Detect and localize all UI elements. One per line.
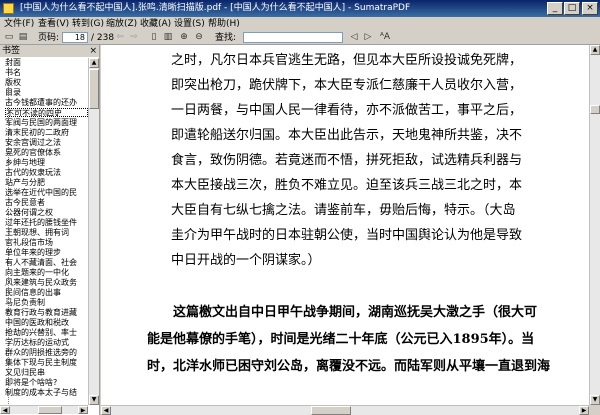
menu-goto[interactable]: 转到(G) xyxy=(72,17,104,31)
bookmark-item[interactable]: 目录 xyxy=(5,88,88,97)
bookmark-item[interactable]: 集体下现与民主制度 xyxy=(5,358,88,367)
close-sidebar-icon[interactable]: × xyxy=(89,45,97,57)
bookmark-item[interactable]: 封面 xyxy=(5,58,88,67)
bookmark-item[interactable]: 群众的阴损推选旁的 xyxy=(5,348,88,357)
find-label: 查找: xyxy=(215,33,237,43)
bookmark-item[interactable]: 版权 xyxy=(5,78,88,87)
bookmark-item[interactable]: 向主题来的一中化 xyxy=(5,268,88,277)
menu-favorites[interactable]: 收藏(A) xyxy=(140,17,171,31)
menu-settings[interactable]: 设置(S) xyxy=(174,17,205,31)
bookmark-item[interactable]: 风来建筑与民众政务 xyxy=(5,278,88,287)
bookmark-item[interactable]: 晃死的官僚体系 xyxy=(5,148,88,157)
find-input[interactable] xyxy=(243,32,343,43)
bookmark-item[interactable]: 古代的奴隶玩法 xyxy=(5,168,88,177)
fit-page-icon[interactable]: ▯ xyxy=(148,32,160,43)
bookmark-item[interactable]: 官礼段信市场 xyxy=(5,238,88,247)
print-icon[interactable]: ▤ xyxy=(17,32,29,43)
find-prev-icon[interactable]: ◁ xyxy=(348,32,360,43)
doc-scroll-thumb[interactable] xyxy=(590,105,600,114)
sidebar-horizontal-scrollbar[interactable]: ◀ ▶ xyxy=(0,405,88,414)
scroll-down-button[interactable]: ▼ xyxy=(89,395,99,405)
scroll-thumb[interactable] xyxy=(89,69,99,109)
sidebar-vertical-scrollbar[interactable]: ▲ ▼ xyxy=(88,58,99,405)
scroll-left-button[interactable]: ◀ xyxy=(0,406,10,414)
bookmark-item[interactable]: 学历达标的运动式 xyxy=(5,338,88,347)
bookmark-item[interactable]: 站产与分肥 xyxy=(5,178,88,187)
doc-scroll-left-button[interactable]: ◀ xyxy=(101,406,111,415)
bookmark-tree: 封面 书名 版权 目录 古今钱都遭事的还办 不可不读的四史 军阀与民国的两面理 清末民初的二政… xyxy=(0,58,88,405)
bookmark-item[interactable]: 过年还托的腰钱坐件 xyxy=(5,218,88,227)
open-icon[interactable]: ▭ xyxy=(3,32,15,43)
document-viewer[interactable]: 之时，凡尔日本兵官逃生无路，但见本大臣所设投诚免死牌， 即突出枪刀，跪伏牌下，本大… xyxy=(101,45,589,405)
page-input[interactable]: 18 xyxy=(62,32,88,43)
document-text-line: 即突出枪刀，跪伏牌下，本大臣专派仁慈廉干人员收尔入营， xyxy=(171,78,523,93)
document-text-line: 大臣自有七纵七擒之法。请鉴前车，毋贻后悔，特示。（大岛 xyxy=(171,203,516,218)
menu-zoom[interactable]: 缩放(Z) xyxy=(106,17,137,31)
document-text-line: 之时，凡尔日本兵官逃生无路，但见本大臣所设投诚免死牌， xyxy=(171,53,523,68)
bookmark-item[interactable]: 即将是个啥啥? xyxy=(5,378,88,387)
scroll-right-button[interactable]: ▶ xyxy=(78,406,88,414)
document-text-line: 即遣轮船送尔归国。本大臣出此告示，天地鬼神所共鉴，决不 xyxy=(171,128,523,143)
bookmark-item[interactable]: 军阀与民国的两面理 xyxy=(5,118,88,127)
document-horizontal-scrollbar[interactable]: ◀ ▶ xyxy=(101,405,589,415)
zoom-in-icon[interactable]: ⊕ xyxy=(178,32,190,43)
doc-scroll-down-button[interactable]: ▼ xyxy=(590,395,600,405)
find-next-icon[interactable]: ▷ xyxy=(362,32,374,43)
bookmark-item[interactable]: 又见归民串 xyxy=(5,368,88,377)
document-text-line: 这篇檄文出自中日甲午战争期间，湖南巡抚吴大澂之手（很大可 xyxy=(147,305,538,320)
bookmark-item[interactable]: 王朝现想、拥有词 xyxy=(5,228,88,237)
close-button[interactable]: × xyxy=(582,2,598,15)
bookmark-item[interactable]: 安余宫调过之法 xyxy=(5,138,88,147)
bookmark-item[interactable]: 乡绅与地理 xyxy=(5,158,88,167)
bookmark-item[interactable]: 不可不读的四史 xyxy=(5,108,88,117)
h-scroll-thumb[interactable] xyxy=(38,406,62,414)
page-total: / 238 xyxy=(91,33,115,43)
bookmarks-panel: 书签 × 封面 书名 版权 目录 古今钱都遭事的还办 不可不读的四史 军阀与民国的两面理 清末… xyxy=(0,45,100,415)
doc-scroll-up-button[interactable]: ▲ xyxy=(590,45,600,55)
bookmark-item[interactable]: 清末民初的二政府 xyxy=(5,128,88,137)
page-label: 页码: xyxy=(38,33,60,43)
next-page-icon[interactable]: ⇨ xyxy=(128,32,140,43)
document-text-line: 能是他幕僚的手笔），时间是光绪二十年底（公元已入1895年）。当 xyxy=(147,332,535,347)
document-text-line: 时，北洋水师已困守刘公岛，离覆没不远。而陆军则从平壤一直退到海 xyxy=(147,359,551,374)
bookmark-item[interactable]: 单位年来的理步 xyxy=(5,248,88,257)
minimize-button[interactable]: _ xyxy=(547,2,563,15)
bookmark-item[interactable]: 选举在近代中国的民 xyxy=(5,188,88,197)
title-bar: [中国人为什么看不起中国人].张鸣.清晰扫描版.pdf - [中国人为什么看不起… xyxy=(0,0,600,17)
bookmark-item[interactable]: 书名 xyxy=(5,68,88,77)
bookmark-item[interactable]: 有人不藏清面、社会 xyxy=(5,258,88,267)
maximize-button[interactable]: □ xyxy=(564,2,580,15)
prev-page-icon[interactable]: ⇦ xyxy=(114,32,126,43)
bookmarks-header: 书签 × xyxy=(0,45,99,57)
match-case-icon[interactable]: ᴬA xyxy=(378,32,392,43)
app-icon xyxy=(3,3,14,14)
document-text-line: 圭介为甲午战时的日本驻朝公使，当时中国舆论认为他是导致 xyxy=(171,228,523,243)
bookmark-item[interactable]: 民间信息的出事 xyxy=(5,288,88,297)
bookmark-item[interactable]: 古今民意者 xyxy=(5,198,88,207)
bookmark-item[interactable]: 教育行政与教育进藏 xyxy=(5,308,88,317)
scroll-up-button[interactable]: ▲ xyxy=(89,58,99,68)
toolbar: ▭ ▤ 页码: 18 / 238 ⇦ ⇨ ▯ ▥ ⊕ ⊖ 查找: ◁ ▷ ᴬA xyxy=(0,31,600,45)
fit-width-icon[interactable]: ▥ xyxy=(162,32,174,43)
document-text-line: 一日两餐，与中国人民一律看待，亦不派做苦工，事平之后， xyxy=(171,103,523,118)
bookmark-item[interactable]: 制度的成本太子与结 xyxy=(5,388,88,397)
menu-view[interactable]: 查看(V) xyxy=(38,17,69,31)
bookmark-item[interactable]: 马尼负责制 xyxy=(5,298,88,307)
document-text-line: 中日开战的一个阴谋家。） xyxy=(171,253,321,268)
doc-scroll-right-button[interactable]: ▶ xyxy=(579,406,589,415)
menu-file[interactable]: 文件(F) xyxy=(4,17,34,31)
window-title: [中国人为什么看不起中国人].张鸣.清晰扫描版.pdf - [中国人为什么看不起… xyxy=(20,3,411,13)
menu-help[interactable]: 帮助(H) xyxy=(208,17,240,31)
document-vertical-scrollbar[interactable]: ▲ ▼ xyxy=(589,45,600,405)
bookmark-item[interactable]: 古今钱都遭事的还办 xyxy=(5,98,88,107)
doc-h-scroll-thumb[interactable] xyxy=(311,406,351,415)
document-text-line: 食言，致伤阴德。若竟迷而不悟，拼死拒敌，试选精兵利器与 xyxy=(171,153,523,168)
zoom-out-icon[interactable]: ⊖ xyxy=(193,32,205,43)
document-text-line: 本大臣接战三次，胜负不难立见。迫至该兵三战三北之时，本 xyxy=(171,178,523,193)
bookmark-item[interactable]: 公器何谓之权 xyxy=(5,208,88,217)
bookmarks-title: 书签 xyxy=(2,46,21,56)
bookmark-item[interactable]: 抢劫的兴替别、率士 xyxy=(5,328,88,337)
bookmark-item[interactable]: 中国的医政和税改 xyxy=(5,318,88,327)
menu-bar: 文件(F) 查看(V) 转到(G) 缩放(Z) 收藏(A) 设置(S) 帮助(H… xyxy=(0,17,600,31)
